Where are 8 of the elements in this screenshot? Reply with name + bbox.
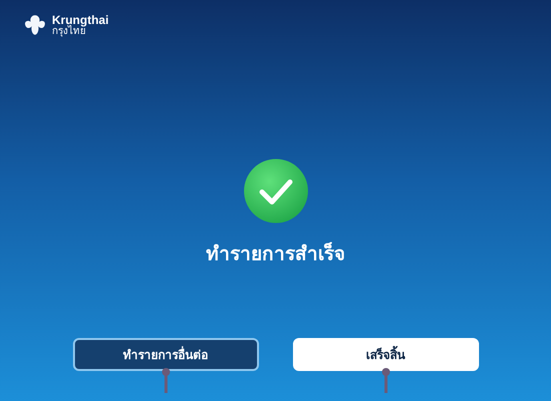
action-button[interactable]: ทำรายการอื่นต่อ xyxy=(72,338,258,371)
brand-name: Krungthai xyxy=(52,14,109,26)
leader-line xyxy=(160,367,172,393)
logo-icon xyxy=(22,13,48,37)
leader-line xyxy=(380,367,392,393)
status-message: ทำรายการสำเร็จ xyxy=(206,241,345,267)
action-button[interactable]: เสร็จสิ้น xyxy=(292,338,478,371)
brand-subtitle: กรุงไทย xyxy=(52,26,86,36)
